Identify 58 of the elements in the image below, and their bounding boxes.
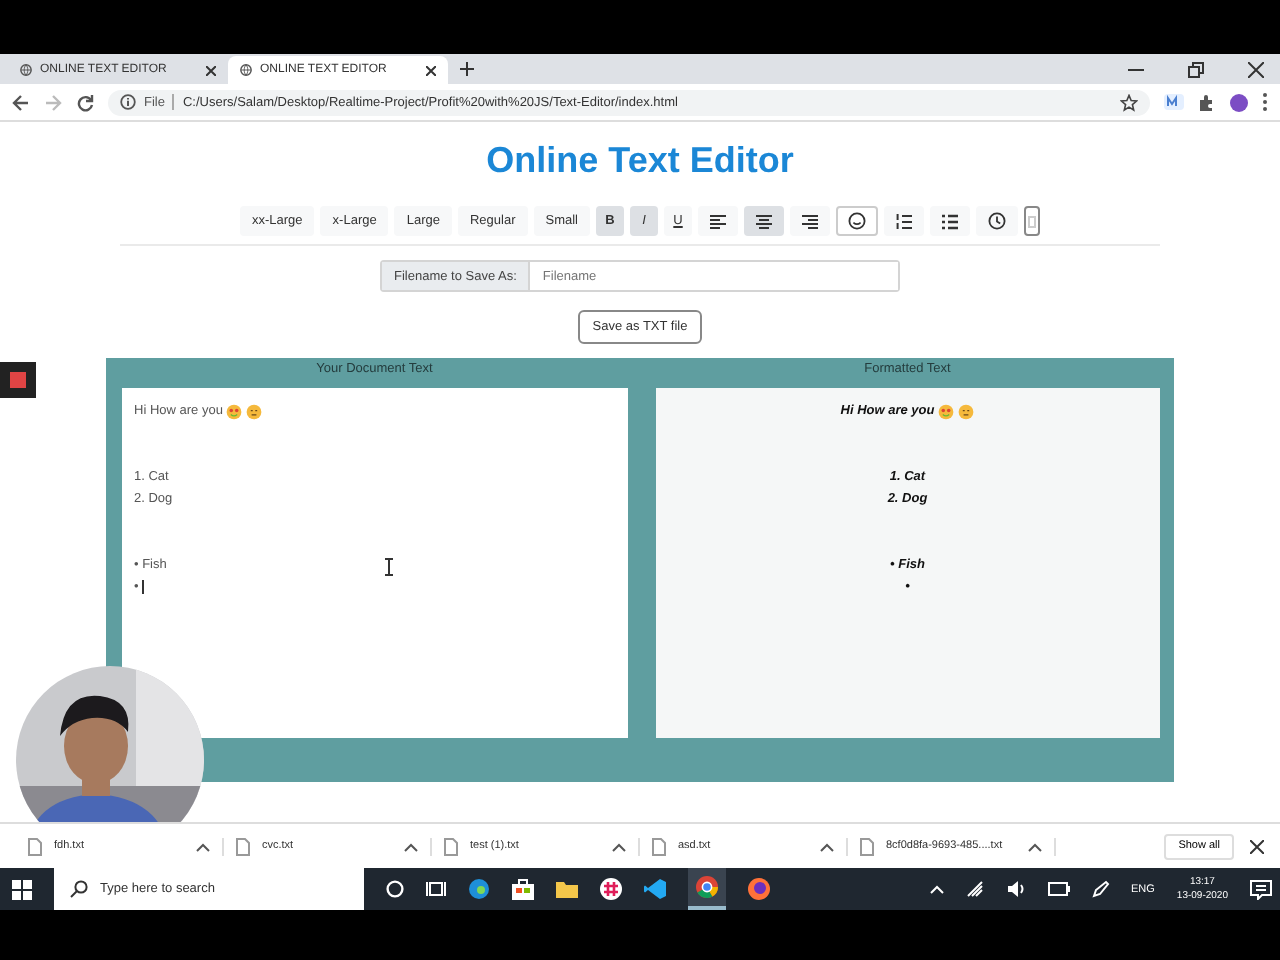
store-icon[interactable]: [512, 878, 534, 900]
bullet-list-button[interactable]: [930, 206, 970, 236]
puzzle-icon[interactable]: [1198, 93, 1216, 111]
file-icon: [28, 837, 42, 855]
menu-icon[interactable]: [1262, 92, 1268, 112]
bullet-list-icon: [942, 213, 958, 229]
network-icon[interactable]: [965, 880, 983, 898]
chevron-icon[interactable]: [196, 841, 210, 851]
reload-icon[interactable]: [76, 93, 94, 111]
close-icon[interactable]: [1250, 839, 1264, 853]
file-icon: [652, 837, 666, 855]
file-icon: [444, 837, 458, 855]
emoji-button[interactable]: [836, 206, 878, 236]
swatch-button[interactable]: [1024, 206, 1040, 236]
file-icon: [236, 837, 250, 855]
align-right-icon: [802, 213, 818, 229]
clock-button[interactable]: [976, 206, 1018, 236]
star-icon[interactable]: [1120, 93, 1138, 111]
folder-icon[interactable]: [556, 880, 578, 898]
page-title: Online Text Editor: [486, 140, 794, 184]
file-icon: [860, 837, 874, 855]
restore-icon[interactable]: [1188, 61, 1204, 77]
emoji-icon: [958, 403, 975, 419]
notification-icon[interactable]: [1250, 879, 1272, 899]
clock-icon: [988, 212, 1006, 230]
close-icon[interactable]: [426, 65, 436, 75]
ordered-list-button[interactable]: [884, 206, 924, 236]
back-icon[interactable]: [12, 93, 30, 111]
globe-icon: [20, 64, 32, 76]
speaker-icon[interactable]: [1005, 880, 1025, 898]
close-icon[interactable]: [206, 65, 216, 75]
align-center-icon: [756, 213, 772, 229]
cortana-icon[interactable]: [386, 880, 404, 898]
chevron-icon[interactable]: [1028, 841, 1042, 851]
emoji-icon: [246, 403, 263, 419]
search-icon: [70, 880, 88, 898]
battery-icon[interactable]: [1047, 882, 1069, 896]
smiley-icon: [848, 212, 866, 230]
emoji-icon: [226, 403, 243, 419]
pen-icon[interactable]: [1091, 880, 1109, 898]
align-left-button[interactable]: [698, 206, 738, 236]
emoji-icon: [938, 403, 955, 419]
align-center-button[interactable]: [744, 206, 784, 236]
record-button[interactable]: [0, 362, 36, 398]
globe-icon: [240, 64, 252, 76]
close-icon[interactable]: [1248, 61, 1264, 77]
chevron-icon[interactable]: [404, 841, 418, 851]
new-tab-icon[interactable]: [460, 62, 474, 76]
numbered-list-icon: [896, 213, 912, 229]
align-left-icon: [710, 213, 726, 229]
text-cursor-icon: [384, 558, 394, 576]
chevron-icon[interactable]: [820, 841, 834, 851]
windows-icon[interactable]: [12, 879, 32, 899]
align-right-button[interactable]: [790, 206, 830, 236]
profile-avatar[interactable]: [1230, 93, 1248, 111]
info-icon: [120, 94, 136, 110]
task-view-icon[interactable]: [426, 880, 446, 898]
chevron-icon[interactable]: [612, 841, 626, 851]
